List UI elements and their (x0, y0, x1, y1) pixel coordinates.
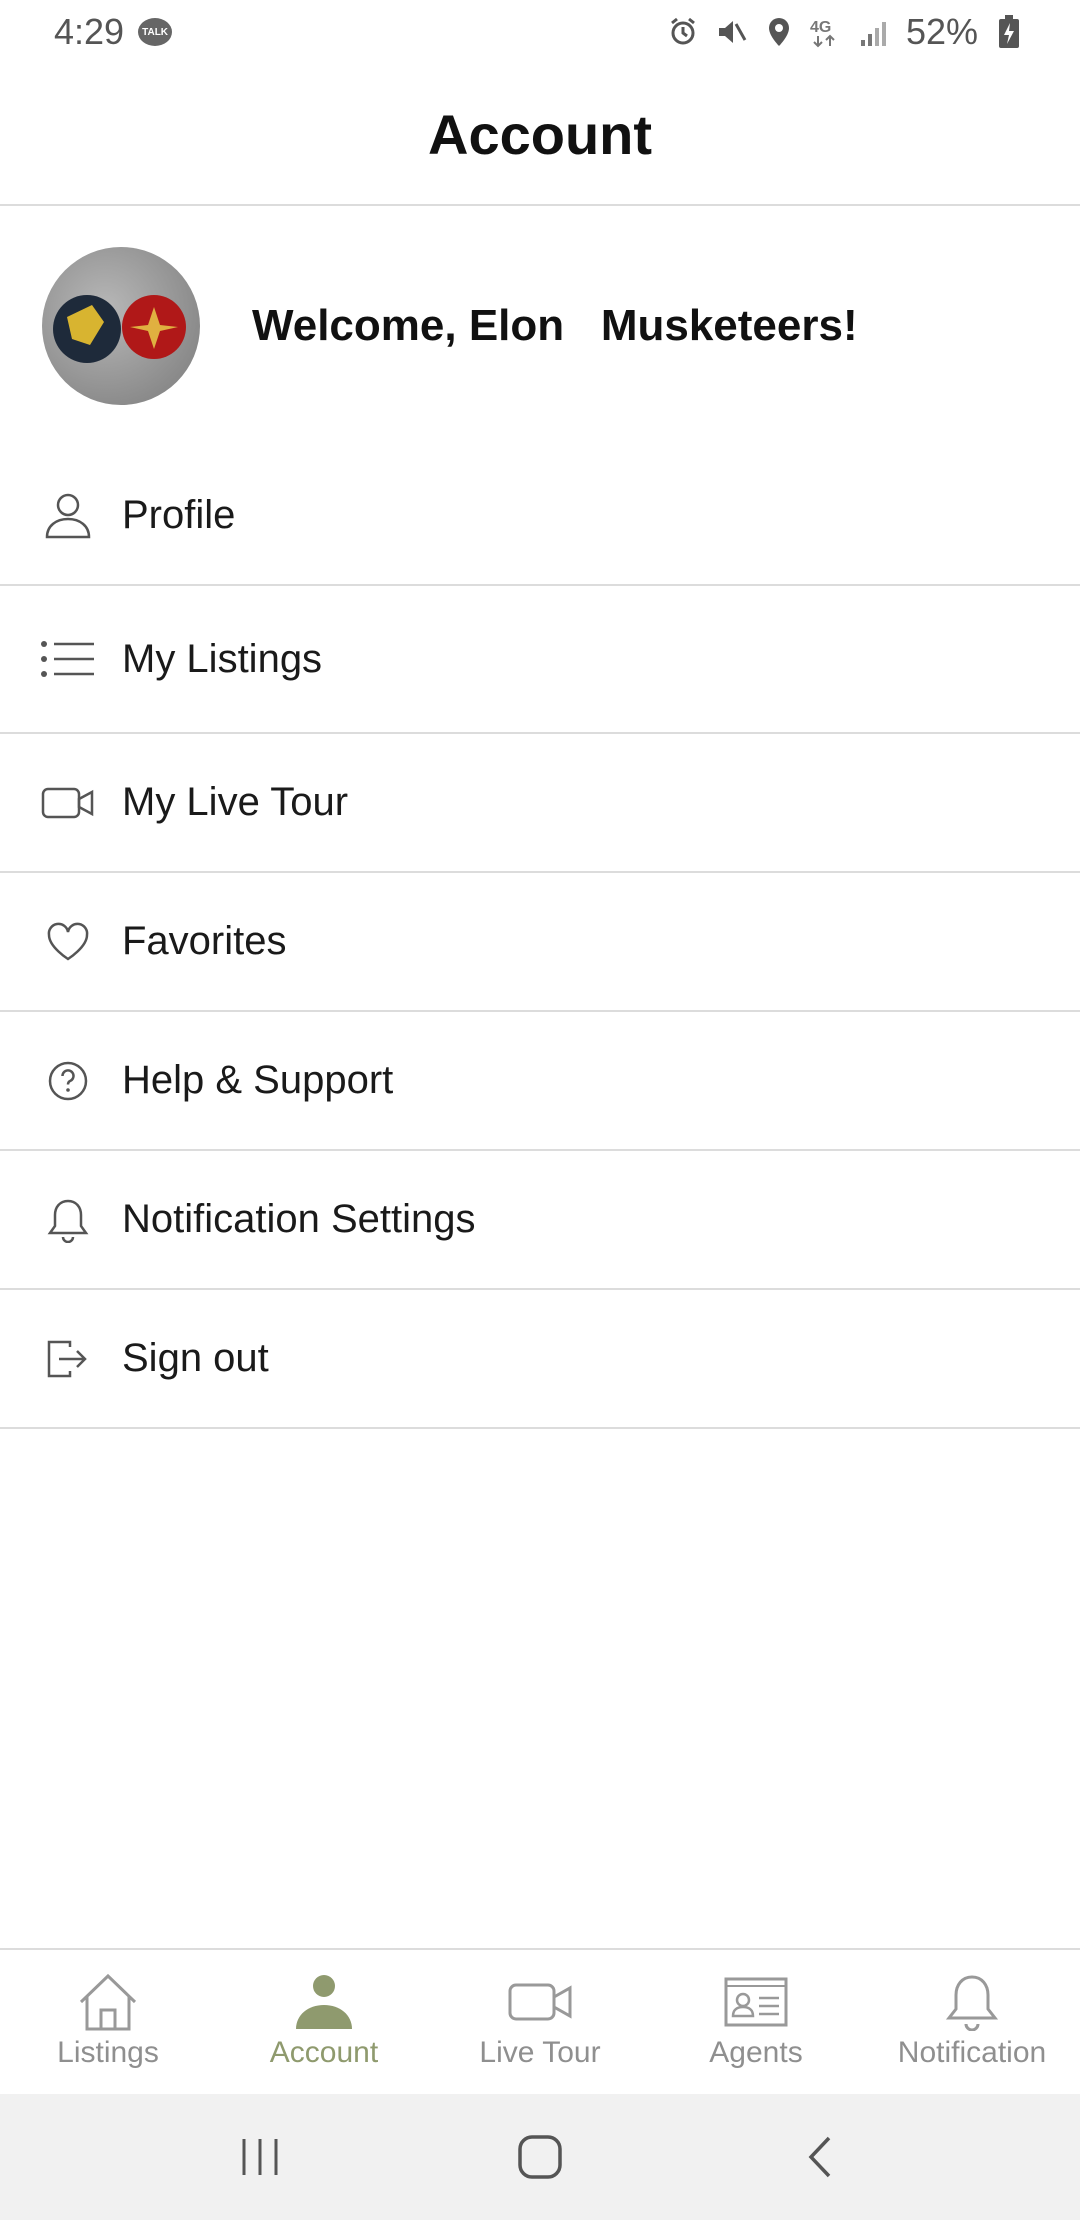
nav-tab-notification[interactable]: Notification (864, 1950, 1080, 2094)
account-menu: Profile My Listings My Live Tour Favorit… (0, 446, 1080, 1429)
nav-label: Listings (57, 2036, 159, 2069)
battery-percent: 52% (905, 11, 978, 52)
menu-label: Notification Settings (122, 1197, 476, 1241)
page-title: Account (428, 102, 652, 166)
battery-icon (992, 15, 1026, 49)
video-camera-icon (38, 773, 98, 833)
system-navigation-bar (0, 2094, 1080, 2220)
menu-item-profile[interactable]: Profile (0, 446, 1080, 586)
talk-notification-icon: TALK (138, 18, 173, 46)
sign-out-icon (38, 1329, 98, 1389)
welcome-section: Welcome, Elon Musketeers! (0, 206, 1080, 446)
avatar-image (53, 295, 186, 363)
person-filled-icon (291, 1972, 357, 2032)
list-icon (38, 629, 98, 689)
nav-tab-agents[interactable]: Agents (648, 1950, 864, 2094)
nav-label: Agents (709, 2036, 803, 2069)
menu-item-my-listings[interactable]: My Listings (0, 586, 1080, 734)
location-icon (762, 15, 796, 49)
menu-label: My Listings (122, 636, 323, 681)
status-time: 4:29 (54, 11, 125, 52)
menu-item-sign-out[interactable]: Sign out (0, 1290, 1080, 1429)
bottom-navigation: Listings Account Live Tour Agents Notifi… (0, 1948, 1080, 2094)
bell-icon (939, 1972, 1005, 2032)
status-left: 4:29 TALK (54, 11, 173, 53)
nav-tab-listings[interactable]: Listings (0, 1950, 216, 2094)
help-circle-icon (38, 1051, 98, 1111)
video-camera-icon (507, 1972, 573, 2032)
recent-apps-icon[interactable] (220, 2117, 300, 2197)
nav-label: Live Tour (479, 2036, 601, 2069)
lte-icon: 4G (810, 15, 844, 49)
svg-text:4G: 4G (810, 19, 831, 36)
menu-label: Help & Support (122, 1058, 394, 1102)
nav-tab-account[interactable]: Account (216, 1950, 432, 2094)
alarm-icon (666, 15, 700, 49)
menu-label: Favorites (122, 919, 287, 963)
id-card-icon (723, 1972, 789, 2032)
back-icon[interactable] (780, 2117, 860, 2197)
nav-label: Notification (897, 2036, 1047, 2069)
menu-item-my-live-tour[interactable]: My Live Tour (0, 734, 1080, 873)
menu-label: My Live Tour (122, 780, 349, 824)
app-header: Account (0, 64, 1080, 206)
menu-item-favorites[interactable]: Favorites (0, 873, 1080, 1012)
status-bar: 4:29 TALK 4G 52% (0, 0, 1080, 64)
heart-icon (38, 912, 98, 972)
home-icon (75, 1972, 141, 2032)
status-right: 4G 52% (666, 11, 1026, 53)
person-icon (38, 485, 98, 545)
home-button-icon[interactable] (500, 2117, 580, 2197)
menu-label: Profile (122, 492, 236, 537)
menu-item-notification-settings[interactable]: Notification Settings (0, 1151, 1080, 1290)
signal-icon (858, 15, 892, 49)
bell-icon (38, 1190, 98, 1250)
menu-item-help-support[interactable]: Help & Support (0, 1012, 1080, 1151)
nav-label: Account (269, 2036, 379, 2069)
mute-icon (714, 15, 748, 49)
welcome-message: Welcome, Elon Musketeers! (252, 301, 858, 350)
nav-tab-live-tour[interactable]: Live Tour (432, 1950, 648, 2094)
avatar[interactable] (42, 247, 200, 405)
menu-label: Sign out (122, 1336, 269, 1380)
